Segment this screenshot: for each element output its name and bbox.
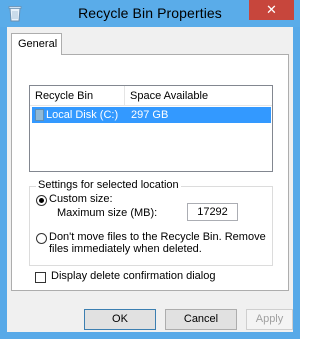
- custom-size-label[interactable]: Custom size:: [49, 193, 113, 205]
- dialog-window: Recycle Bin Properties ✕ General Recycle…: [0, 0, 300, 339]
- max-size-input[interactable]: 17292: [187, 203, 238, 221]
- tab-general[interactable]: General: [11, 33, 62, 55]
- cancel-button[interactable]: Cancel: [165, 309, 237, 330]
- close-icon: ✕: [266, 2, 277, 17]
- confirm-delete-label[interactable]: Display delete confirmation dialog: [51, 270, 215, 282]
- recycle-bin-location-list[interactable]: Recycle Bin Location Space Available Loc…: [29, 85, 273, 172]
- list-item[interactable]: Local Disk (C:) 297 GB: [32, 107, 271, 123]
- confirm-delete-checkbox[interactable]: [35, 272, 46, 283]
- drive-icon: [35, 109, 44, 121]
- custom-size-radio[interactable]: [36, 195, 47, 206]
- settings-groupbox: Settings for selected location Custom si…: [29, 179, 273, 266]
- dialog-client-area: General Recycle Bin Location Space Avail…: [7, 27, 293, 332]
- dont-move-files-label[interactable]: Don't move files to the Recycle Bin. Rem…: [49, 231, 271, 255]
- apply-button[interactable]: Apply: [246, 309, 293, 330]
- column-header-location[interactable]: Recycle Bin Location: [30, 86, 125, 122]
- column-header-space[interactable]: Space Available: [125, 86, 245, 106]
- dont-move-files-radio[interactable]: [36, 233, 47, 244]
- max-size-label: Maximum size (MB):: [57, 207, 158, 219]
- close-button[interactable]: ✕: [249, 0, 294, 20]
- settings-legend: Settings for selected location: [36, 179, 181, 191]
- title-bar[interactable]: Recycle Bin Properties ✕: [0, 0, 300, 27]
- ok-button[interactable]: OK: [84, 309, 156, 330]
- location-cell: Local Disk (C:): [46, 109, 119, 121]
- list-header: Recycle Bin Location Space Available: [30, 86, 272, 122]
- general-tab-panel: Recycle Bin Location Space Available Loc…: [11, 54, 289, 291]
- tab-general-label: General: [18, 38, 58, 50]
- space-cell: 297 GB: [131, 109, 169, 121]
